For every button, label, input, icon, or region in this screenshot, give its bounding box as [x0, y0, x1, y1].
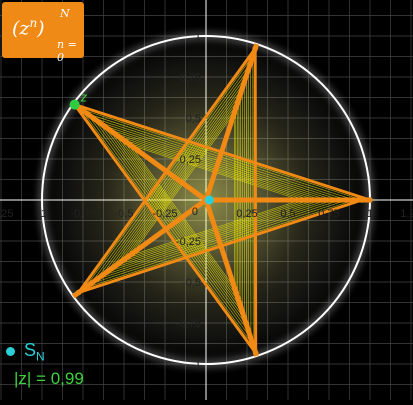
power-point — [248, 335, 254, 341]
x-tick-label: 0,5 — [280, 208, 295, 220]
power-point — [232, 285, 238, 291]
power-point — [308, 197, 314, 203]
y-tick-label: -0,75 — [176, 318, 201, 330]
x-tick-label: 0,25 — [236, 208, 257, 220]
power-point — [359, 197, 365, 203]
x-tick-label: 1,25 — [400, 208, 413, 220]
x-tick-label: -1 — [37, 208, 47, 220]
power-point — [78, 106, 84, 112]
power-point — [238, 91, 244, 97]
title-subscript: n = 0 — [57, 38, 84, 64]
x-tick-label: 1 — [367, 208, 373, 220]
modulus-label: |z| = 0,99 — [14, 369, 84, 389]
x-tick-label: -0,75 — [70, 208, 95, 220]
title-close: ) — [37, 17, 44, 39]
power-point — [243, 73, 249, 79]
power-point — [245, 67, 251, 73]
y-tick-label: 0,25 — [180, 154, 201, 166]
x-tick-label: -0,25 — [152, 208, 177, 220]
power-point — [236, 299, 242, 305]
power-point — [96, 119, 102, 125]
x-tick-label: -1,25 — [0, 208, 14, 220]
power-point — [253, 350, 259, 356]
x-tick-label: 0,75 — [318, 208, 339, 220]
power-point — [344, 197, 350, 203]
origin-tick-label: 0 — [192, 206, 198, 218]
sum-legend: SN — [6, 340, 45, 364]
power-point — [94, 277, 100, 283]
power-point — [252, 46, 258, 52]
power-point — [90, 115, 96, 121]
power-point — [238, 305, 244, 311]
sum-dot-icon — [6, 347, 15, 356]
sum-point — [205, 196, 214, 205]
sum-label: SN — [24, 340, 45, 364]
y-tick-label: -0,25 — [176, 236, 201, 248]
power-point — [250, 343, 256, 349]
z-point — [70, 100, 80, 110]
power-point — [130, 250, 136, 256]
power-point — [302, 197, 308, 203]
power-point — [88, 281, 94, 287]
power-point — [313, 197, 319, 203]
power-point — [76, 290, 82, 296]
power-point — [319, 197, 325, 203]
power-point — [242, 316, 248, 322]
y-tick-label: -0,5 — [182, 277, 201, 289]
power-point — [248, 60, 254, 66]
title-box: (zn) N n = 0 — [2, 2, 84, 58]
power-point — [104, 269, 110, 275]
power-point — [111, 130, 117, 136]
power-point — [352, 197, 358, 203]
power-point — [109, 266, 115, 272]
y-tick-label: 1,25 — [180, 0, 201, 2]
power-point — [99, 273, 105, 279]
y-tick-label: 1 — [195, 31, 201, 43]
z-point-label: z — [80, 90, 88, 105]
power-point — [367, 197, 373, 203]
power-point — [241, 79, 247, 85]
sum-label-sub: N — [36, 350, 45, 364]
power-point — [240, 85, 246, 91]
power-point — [244, 322, 250, 328]
power-point — [240, 310, 246, 316]
power-point — [325, 197, 331, 203]
power-point — [250, 53, 256, 59]
title-exponent: n — [29, 16, 37, 30]
power-point — [331, 197, 337, 203]
y-tick-label: 0,75 — [180, 72, 201, 84]
x-tick-label: -0,5 — [115, 208, 134, 220]
power-point — [84, 111, 90, 117]
power-point — [128, 142, 134, 148]
title-formula: (zn) — [12, 16, 45, 39]
power-point — [101, 123, 107, 129]
y-tick-label: -1 — [191, 359, 201, 371]
y-tick-label: 0,5 — [186, 113, 201, 125]
title-superscript: N — [60, 7, 70, 20]
power-point — [106, 127, 112, 133]
power-point — [231, 110, 237, 116]
power-point — [82, 285, 88, 291]
sum-label-main: S — [24, 340, 36, 360]
power-point — [246, 329, 252, 335]
power-point — [298, 197, 304, 203]
title-base: (z — [12, 17, 29, 39]
power-point — [235, 294, 241, 300]
power-point — [236, 96, 242, 102]
power-point — [337, 197, 343, 203]
